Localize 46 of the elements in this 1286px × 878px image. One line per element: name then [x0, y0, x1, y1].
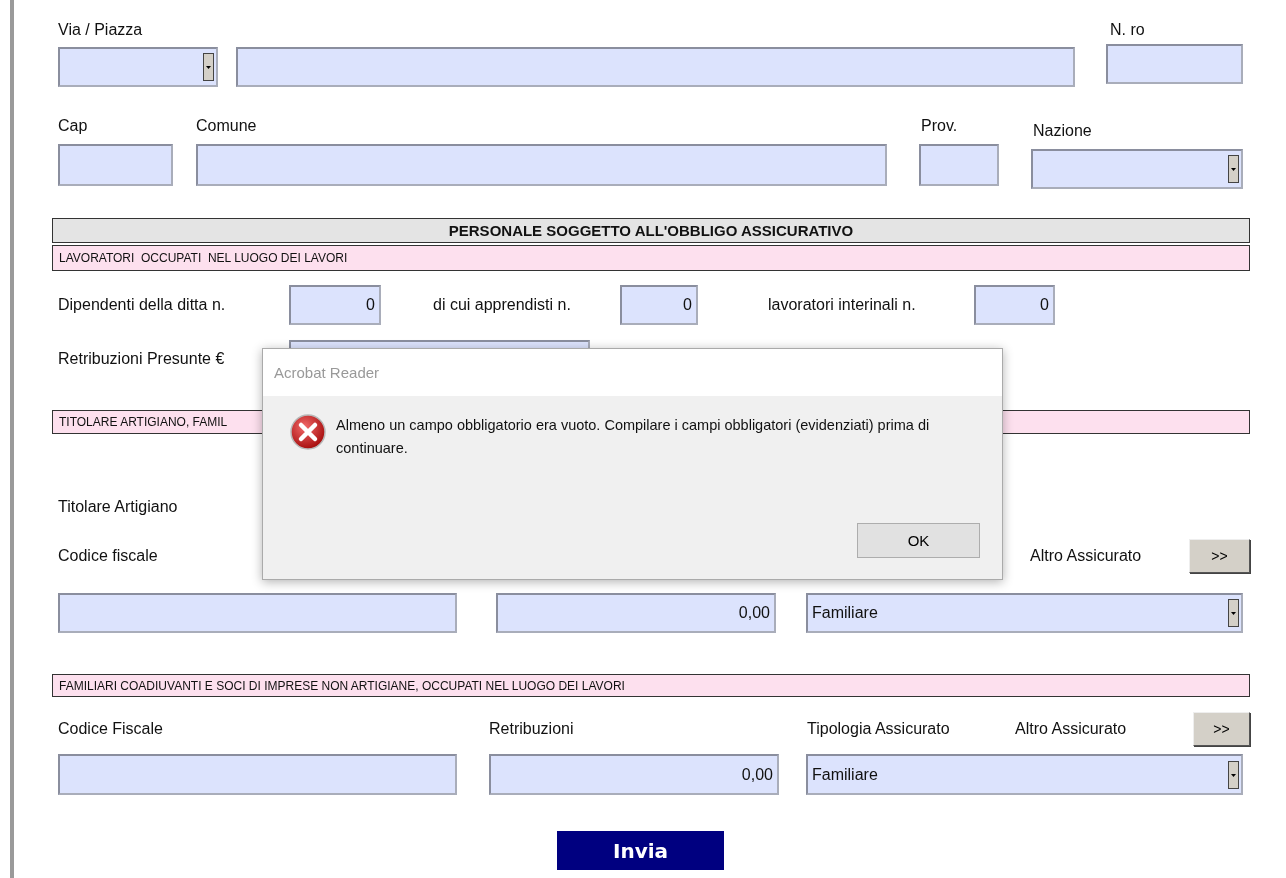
caret-icon	[203, 53, 214, 81]
section-header: PERSONALE SOGGETTO ALL'OBBLIGO ASSICURATIVO	[52, 218, 1250, 243]
field-label: Retribuzioni	[489, 719, 575, 739]
field-label: di cui apprendisti n.	[433, 295, 572, 315]
input-field[interactable]	[58, 144, 173, 186]
caret-icon	[1228, 760, 1239, 789]
field-label: Retribuzioni Presunte €	[58, 348, 226, 369]
field-label: Titolare Artigiano	[58, 497, 178, 517]
dropdown[interactable]	[58, 47, 218, 87]
input-field[interactable]	[58, 593, 457, 633]
input-field[interactable]: 0,00	[496, 593, 776, 633]
input-field[interactable]: 0	[974, 285, 1055, 325]
field-label: Prov.	[921, 116, 959, 136]
input-field[interactable]	[58, 754, 457, 795]
input-field[interactable]	[1106, 44, 1243, 84]
input-field[interactable]: 0	[620, 285, 698, 325]
field-label: Codice fiscale	[58, 546, 159, 566]
field-label: N. ro	[1110, 20, 1146, 40]
dropdown[interactable]: Familiare	[806, 593, 1243, 633]
field-label: lavoratori interinali n.	[768, 295, 917, 315]
input-field[interactable]	[236, 47, 1075, 87]
input-field[interactable]	[196, 144, 887, 186]
error-icon	[290, 414, 326, 450]
field-label: Via / Piazza	[58, 20, 144, 40]
section-banner: FAMILIARI COADIUVANTI E SOCI DI IMPRESE NON ARTIGIANE, OCCUPATI NEL LUOGO DEI LAVORI	[52, 674, 1250, 697]
dropdown[interactable]	[1031, 149, 1243, 189]
caret-icon	[1228, 155, 1239, 183]
dropdown[interactable]: Familiare	[806, 754, 1243, 795]
field-label: Nazione	[1033, 121, 1093, 141]
next-button[interactable]: >>	[1189, 539, 1250, 573]
ok-button[interactable]: OK	[857, 523, 980, 558]
next-button[interactable]: >>	[1193, 712, 1250, 746]
section-banner: LAVORATORI OCCUPATI NEL LUOGO DEI LAVORI	[52, 245, 1250, 271]
field-label: Altro Assicurato	[1030, 546, 1143, 566]
field-label: Cap	[58, 116, 89, 136]
caret-icon	[1228, 599, 1239, 627]
field-label: Altro Assicurato	[1015, 719, 1128, 739]
field-label: Comune	[196, 116, 258, 136]
field-label: Codice Fiscale	[58, 719, 164, 739]
field-label: Dipendenti della ditta n.	[58, 295, 227, 315]
input-field[interactable]	[919, 144, 999, 186]
dialog-title: Acrobat Reader	[274, 364, 380, 381]
input-field[interactable]: 0,00	[489, 754, 779, 795]
field-label: Tipologia Assicurato	[807, 719, 951, 739]
input-field[interactable]: 0	[289, 285, 381, 325]
submit-button[interactable]: Invia	[557, 831, 724, 870]
